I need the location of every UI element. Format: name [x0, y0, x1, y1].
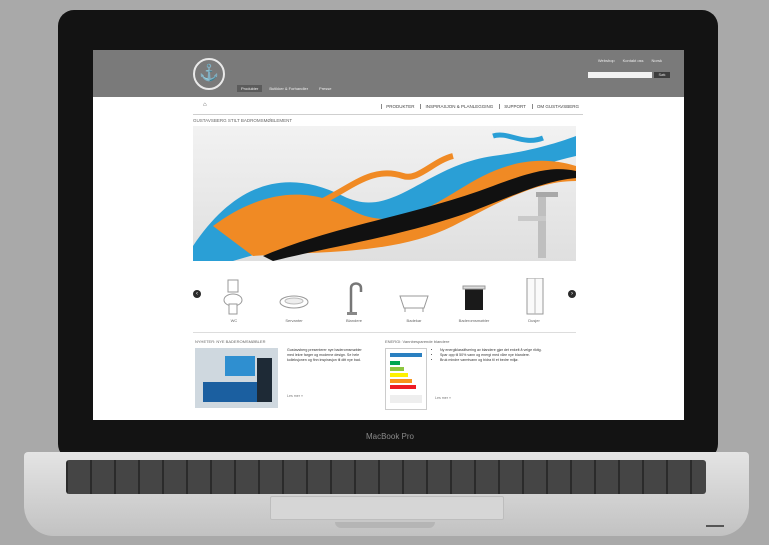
faucet-icon — [347, 282, 363, 315]
product-item-washbasin[interactable]: Servanter — [269, 278, 319, 326]
toilet-icon — [223, 279, 243, 315]
site-header: ⚓ Webshop Kontakt oss Norsk Søk Produkte… — [93, 50, 684, 97]
paint-splash-illustration — [193, 132, 576, 261]
news-image[interactable] — [195, 348, 278, 408]
product-carousel: ‹ › WC Servanter Blandere Badekar Badero… — [193, 278, 576, 326]
hero-banner[interactable] — [193, 126, 576, 261]
carousel-next-button[interactable]: › — [568, 290, 576, 298]
energy-list: Ny energiklassifisering av blandere gjør… — [435, 348, 580, 363]
home-icon[interactable]: ⌂ — [203, 102, 207, 108]
product-label: Dusjer — [528, 318, 540, 323]
product-label: Blandere — [345, 318, 362, 323]
energy-heading: ENERGI: Vannbesparende blandere — [385, 339, 450, 344]
product-item-shower[interactable]: Dusjer — [509, 278, 559, 326]
section-divider — [193, 332, 576, 333]
nav-item-about[interactable]: OM GUSTAVSBERG — [531, 104, 583, 109]
laptop-brand-label: MacBook Pro — [365, 432, 415, 441]
product-item-wc[interactable]: WC — [209, 278, 259, 326]
top-link-contact[interactable]: Kontakt oss — [623, 58, 644, 63]
product-label: WC — [230, 318, 238, 323]
nav-item-products[interactable]: PRODUKTER — [381, 104, 418, 109]
laptop-front-lip — [335, 522, 435, 528]
top-link-webshop[interactable]: Webshop — [598, 58, 615, 63]
product-item-faucet[interactable]: Blandere — [329, 278, 379, 326]
search-input[interactable] — [588, 72, 652, 78]
tab-products[interactable]: Produkter — [237, 85, 263, 92]
product-item-vanity[interactable]: Baderomsmøbler — [449, 278, 499, 326]
header-tabs: Produkter Butikker & Forhandler Presse — [237, 85, 335, 92]
laptop-keyboard — [66, 460, 706, 494]
washbasin-icon — [279, 295, 309, 309]
product-item-bathtub[interactable]: Badekar — [389, 278, 439, 326]
list-item: Bruk mindre varmtvann og bidra til et be… — [440, 358, 580, 363]
hero-heading: GUSTAVSBERG STILT BADROMSMØBLEMENT — [193, 118, 293, 123]
laptop-led — [706, 525, 724, 527]
product-label: Badekar — [406, 318, 422, 323]
browser-screen: ⚓ Webshop Kontakt oss Norsk Søk Produkte… — [93, 50, 684, 420]
energy-read-more-link[interactable]: Les mer » — [435, 396, 451, 400]
laptop-trackpad — [270, 496, 504, 520]
news-text: Gustavsberg presenterer nye baderomsmøbl… — [287, 348, 362, 362]
product-label: Servanter — [285, 318, 303, 323]
top-link-language[interactable]: Norsk — [652, 58, 662, 63]
news-heading: NYHETER: NYE BADEROMSMØBLER — [195, 339, 266, 344]
product-label: Baderomsmøbler — [458, 318, 490, 323]
news-read-more-link[interactable]: Les mer » — [287, 394, 303, 398]
anchor-logo-icon[interactable]: ⚓ — [193, 58, 225, 90]
carousel-prev-button[interactable]: ‹ — [193, 290, 201, 298]
tab-stores[interactable]: Butikker & Forhandler — [265, 85, 312, 92]
vanity-cabinet-icon — [462, 285, 486, 310]
tab-press[interactable]: Presse — [315, 85, 335, 92]
nav-item-inspiration[interactable]: INSPIRASJON & PLANLEGGING — [420, 104, 497, 109]
energy-label-image[interactable] — [385, 348, 427, 410]
search-button[interactable]: Søk — [654, 72, 670, 78]
shower-icon — [526, 278, 544, 315]
nav-item-support[interactable]: SUPPORT — [499, 104, 530, 109]
main-nav: ⌂ PRODUKTER INSPIRASJON & PLANLEGGING SU… — [193, 102, 583, 115]
top-links: Webshop Kontakt oss Norsk — [598, 58, 662, 63]
bathtub-icon — [399, 295, 429, 312]
